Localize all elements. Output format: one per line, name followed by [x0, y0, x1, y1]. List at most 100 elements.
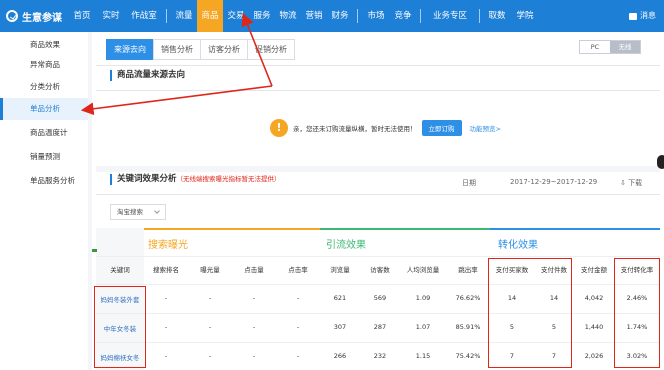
nav-divider — [479, 9, 480, 23]
nav-trade[interactable]: 交易 — [223, 0, 249, 32]
keyword-section-title: 关键词效果分析（无线端搜索曝光指标暂无法提供） — [110, 174, 281, 185]
cell-avg-pageviews: 1.15 — [415, 352, 431, 360]
date-range-value[interactable]: 2017-12-29~2017-12-29 — [510, 178, 597, 186]
header-visitors: 访客数 — [370, 266, 390, 274]
nav-academy[interactable]: 学院 — [510, 0, 540, 32]
cell-impressions: - — [208, 294, 212, 302]
nav-traffic[interactable]: 流量 — [171, 0, 197, 32]
section-gap — [96, 166, 660, 172]
row-divider — [96, 342, 660, 343]
nav-divider — [166, 9, 167, 23]
row-divider — [96, 313, 660, 314]
header-divider — [96, 256, 660, 257]
cell-impressions: - — [208, 323, 212, 331]
sidebar-item-single-product-analysis[interactable]: 单品分析 — [0, 98, 88, 120]
notice-text: 亲，您还未订购流量纵横，暂时无法使用！ — [293, 125, 417, 133]
nav-marketing[interactable]: 营销 — [301, 0, 327, 32]
tab-sales-analysis[interactable]: 销售分析 — [153, 39, 201, 60]
group-line-exposure — [144, 228, 320, 230]
row-marker — [92, 249, 97, 252]
cell-bounce-rate: 75.42% — [455, 352, 481, 360]
cell-bounce-rate: 85.91% — [455, 323, 481, 331]
cell-ctr: - — [296, 323, 300, 331]
cell-payment-amount: 2,026 — [584, 352, 604, 360]
tab-source-destination[interactable]: 来源去向 — [106, 39, 154, 60]
nav-product[interactable]: 商品 — [197, 0, 223, 32]
group-exposure-label: 搜索曝光 — [148, 240, 188, 251]
tab-promotion-analysis[interactable]: 促销分析 — [247, 39, 295, 60]
cell-avg-pageviews: 1.07 — [415, 323, 431, 331]
nav-business-zone[interactable]: 业务专区 — [425, 0, 475, 32]
nav-finance[interactable]: 财务 — [327, 0, 353, 32]
search-source-value: 淘宝搜索 — [117, 208, 143, 216]
header-keyword: 关键词 — [110, 266, 130, 274]
cell-visitors: 232 — [373, 352, 387, 360]
brand-name: 生意参谋 — [22, 12, 62, 24]
cell-ctr: - — [296, 352, 300, 360]
cell-visitors: 287 — [373, 323, 387, 331]
cell-search-rank: - — [164, 294, 168, 302]
header-pageviews: 浏览量 — [330, 266, 350, 274]
message-icon — [629, 12, 637, 20]
scroll-handle[interactable] — [657, 155, 664, 169]
nav-realtime[interactable]: 实时 — [96, 0, 126, 32]
nav-competition[interactable]: 竞争 — [390, 0, 416, 32]
cell-search-rank: - — [164, 352, 168, 360]
cell-payment-amount: 4,042 — [584, 294, 604, 302]
download-label: 下载 — [628, 179, 643, 187]
tab-visitor-analysis[interactable]: 访客分析 — [200, 39, 248, 60]
date-dropdown[interactable]: 日期 — [462, 178, 476, 188]
cell-avg-pageviews: 1.09 — [415, 294, 431, 302]
cell-payment-amount: 1,440 — [584, 323, 604, 331]
device-pc-option[interactable]: PC — [580, 41, 610, 53]
analysis-tabs: 来源去向 销售分析 访客分析 促销分析 — [106, 39, 295, 60]
nav-divider — [357, 9, 358, 23]
cell-visitors: 569 — [373, 294, 387, 302]
brand-logo[interactable]: 生意参谋 — [0, 9, 68, 24]
sidebar-item-product-effect[interactable]: 商品效果 — [0, 34, 88, 56]
header-search-rank: 搜索排名 — [153, 266, 179, 274]
nav-service[interactable]: 服务 — [249, 0, 275, 32]
order-now-button[interactable]: 立即订购 — [421, 120, 462, 136]
main-nav: 首页 实时 作战室 流量 商品 交易 服务 物流 营销 财务 市场 竞争 业务专… — [68, 0, 540, 32]
cell-pageviews: 266 — [333, 352, 347, 360]
device-wireless-option[interactable]: 无线 — [610, 41, 640, 53]
keyword-section-note: （无线端搜索曝光指标暂无法提供） — [176, 175, 281, 183]
nav-data-fetch[interactable]: 取数 — [484, 0, 510, 32]
nav-war-room[interactable]: 作战室 — [126, 0, 162, 32]
group-line-traffic — [320, 228, 490, 230]
cell-clicks: - — [252, 294, 256, 302]
cell-pageviews: 621 — [333, 294, 347, 302]
message-button[interactable]: 消息 — [629, 0, 656, 32]
device-toggle: PC 无线 — [579, 40, 641, 54]
sidebar-item-category-analysis[interactable]: 分类分析 — [0, 76, 88, 98]
keyword-table: 搜索曝光 引流效果 转化效果 关键词 搜索排名 曝光量 点击量 点击率 浏览量 … — [94, 228, 660, 370]
order-notice: ! 亲，您还未订购流量纵横，暂时无法使用！ 立即订购 功能预览> — [270, 119, 501, 137]
main-content: 来源去向 销售分析 访客分析 促销分析 PC 无线 商品流量来源去向 ! 亲，您… — [92, 32, 664, 370]
cell-clicks: - — [252, 323, 256, 331]
cell-bounce-rate: 76.62% — [455, 294, 481, 302]
header-avg-pageviews: 人均浏览量 — [406, 266, 440, 274]
divider — [96, 65, 660, 66]
nav-market[interactable]: 市场 — [362, 0, 390, 32]
divider — [96, 194, 660, 195]
sidebar-item-product-thermometer[interactable]: 商品温度计 — [0, 122, 88, 144]
sidebar: 商品效果 异常商品 分类分析 单品分析 商品温度计 销量预测 单品服务分析 — [0, 32, 88, 370]
group-traffic-label: 引流效果 — [326, 240, 366, 251]
sidebar-item-product-service-analysis[interactable]: 单品服务分析 — [0, 170, 88, 192]
source-section-title: 商品流量来源去向 — [110, 70, 185, 81]
cell-impressions: - — [208, 352, 212, 360]
download-button[interactable]: ⇩ 下载 — [620, 178, 642, 188]
nav-home[interactable]: 首页 — [68, 0, 96, 32]
nav-logistics[interactable]: 物流 — [275, 0, 301, 32]
cell-clicks: - — [252, 352, 256, 360]
feature-preview-link[interactable]: 功能预览> — [470, 123, 501, 133]
nav-divider — [420, 9, 421, 23]
sidebar-item-abnormal-products[interactable]: 异常商品 — [0, 54, 88, 76]
keyword-section-heading: 关键词效果分析 — [117, 174, 177, 184]
buyers-items-highlight-box — [488, 258, 572, 368]
cell-ctr: - — [296, 294, 300, 302]
sidebar-item-sales-forecast[interactable]: 销量预测 — [0, 146, 88, 168]
search-source-select[interactable]: 淘宝搜索 — [110, 204, 166, 220]
group-line-conversion — [490, 228, 660, 230]
